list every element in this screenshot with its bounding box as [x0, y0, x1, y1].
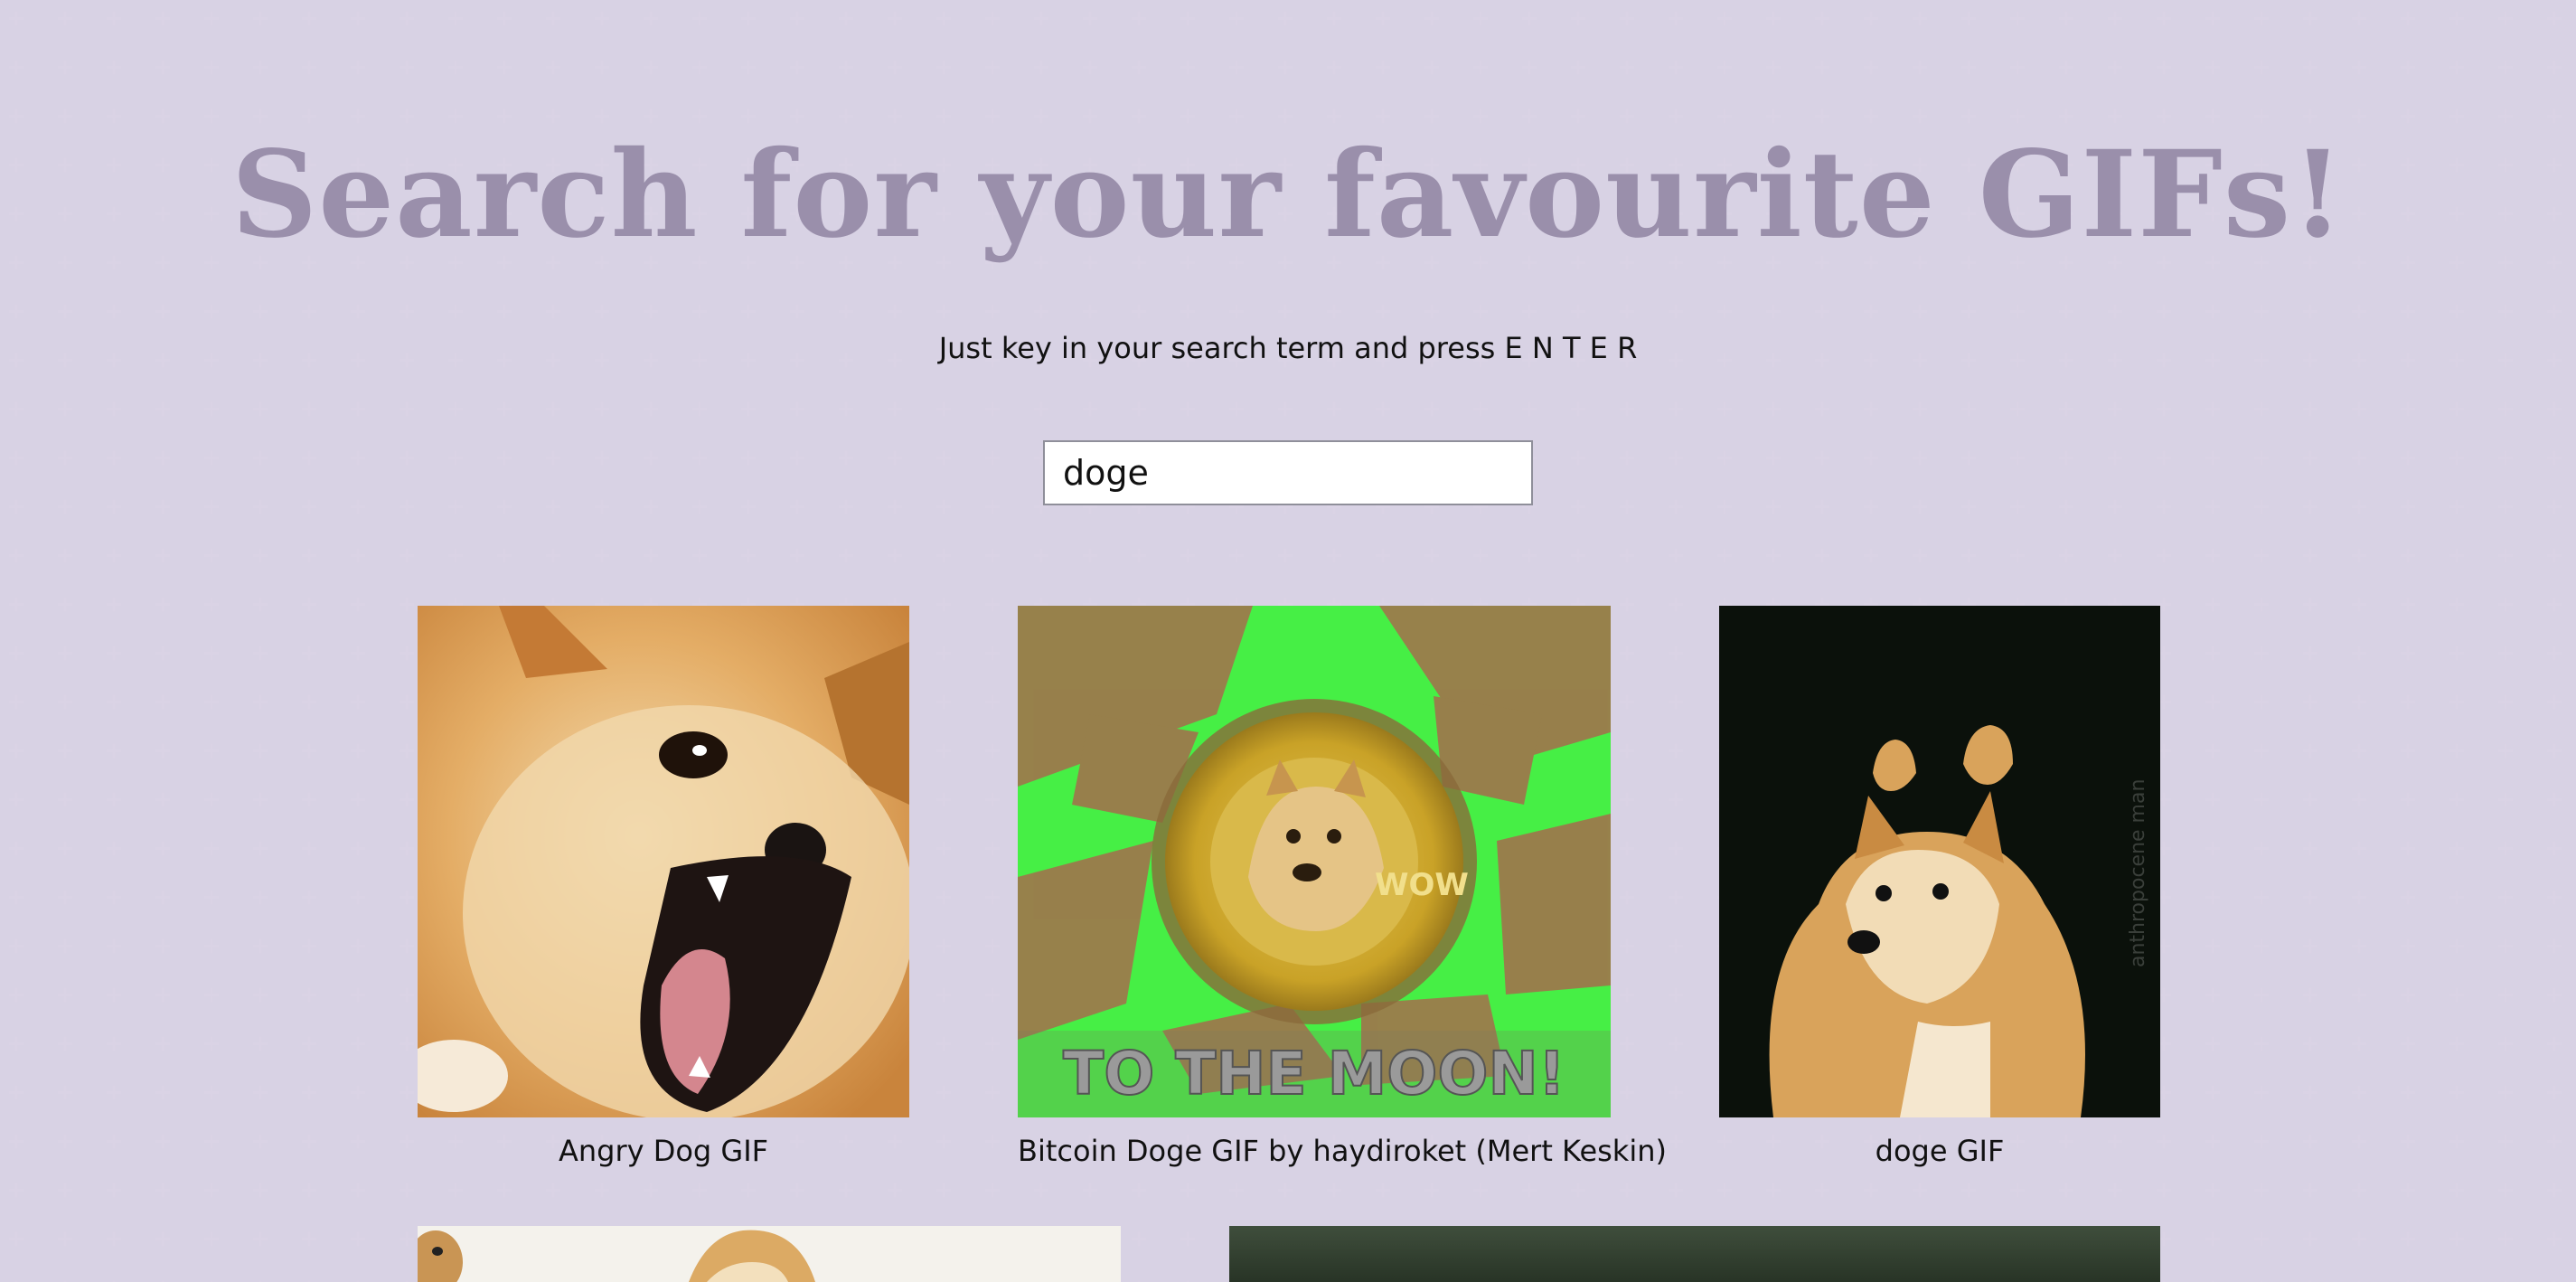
gif-caption: doge GIF: [1875, 1134, 2005, 1168]
gif-caption: Angry Dog GIF: [558, 1134, 769, 1168]
coin-wow-text: WOW: [1375, 867, 1469, 903]
page-title: Search for your favourite GIFs!: [230, 125, 2346, 265]
search-input[interactable]: [1043, 440, 1533, 505]
to-the-moon-text: TO THE MOON!: [1063, 1039, 1565, 1108]
gif-image-doge[interactable]: anthropocene man: [1719, 606, 2160, 1117]
instruction-text: Just key in your search term and press E…: [938, 331, 1638, 365]
gif-image-partial-1[interactable]: [418, 1226, 1121, 1282]
gif-image-bitcoin-doge[interactable]: WOW TO THE MOON!: [1018, 606, 1611, 1117]
watermark-text: anthropocene man: [2127, 779, 2149, 967]
gif-image-angry-dog[interactable]: [418, 606, 909, 1117]
gif-caption: Bitcoin Doge GIF by haydiroket (Mert Kes…: [1018, 1134, 1667, 1168]
gif-image-partial-2[interactable]: [1229, 1226, 2160, 1282]
